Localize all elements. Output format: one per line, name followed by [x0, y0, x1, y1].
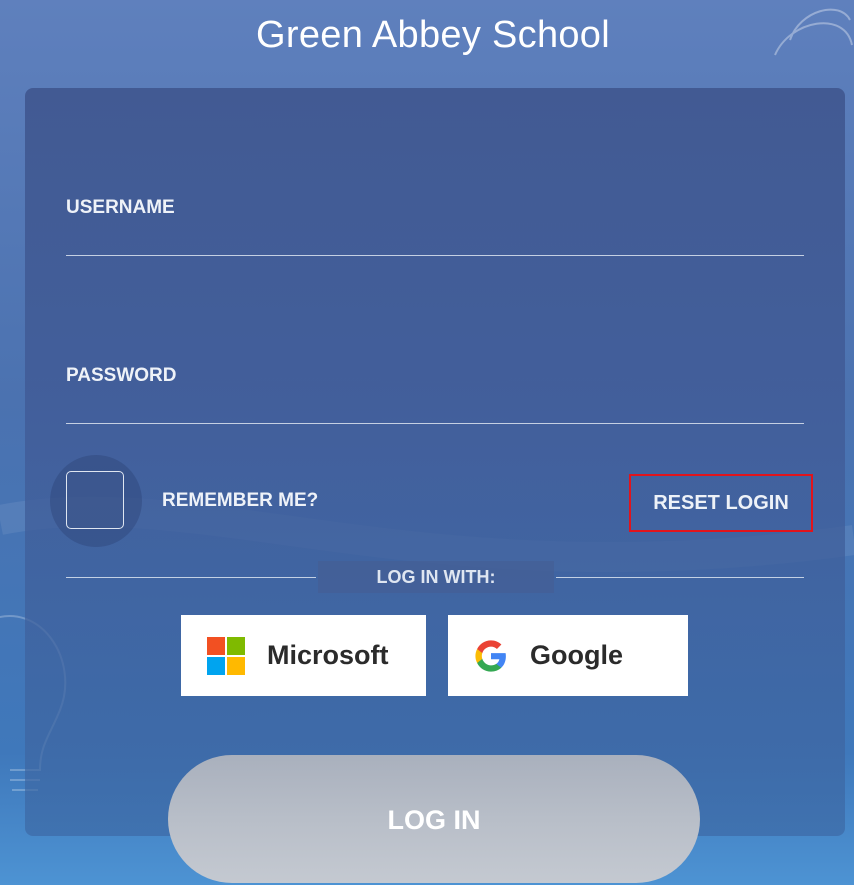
login-with-label: LOG IN WITH: — [318, 561, 554, 593]
reset-login-link[interactable]: RESET LOGIN — [629, 474, 813, 532]
microsoft-logo-icon — [207, 636, 245, 675]
remember-me-checkbox[interactable] — [66, 471, 124, 529]
remember-me-label: REMEMBER ME? — [162, 490, 319, 511]
google-label: Google — [530, 640, 623, 670]
login-button[interactable]: LOG IN — [168, 755, 700, 883]
divider-right — [556, 577, 804, 578]
school-title: Green Abbey School — [256, 14, 610, 56]
google-logo-icon — [475, 639, 506, 672]
username-field[interactable]: USERNAME — [66, 195, 804, 256]
microsoft-label: Microsoft — [267, 640, 389, 670]
google-login-button[interactable]: Google — [448, 615, 688, 696]
password-field[interactable]: PASSWORD — [66, 363, 804, 424]
divider-left — [66, 577, 316, 578]
password-label: PASSWORD — [66, 365, 177, 386]
username-label: USERNAME — [66, 197, 175, 218]
microsoft-login-button[interactable]: Microsoft — [181, 615, 426, 696]
